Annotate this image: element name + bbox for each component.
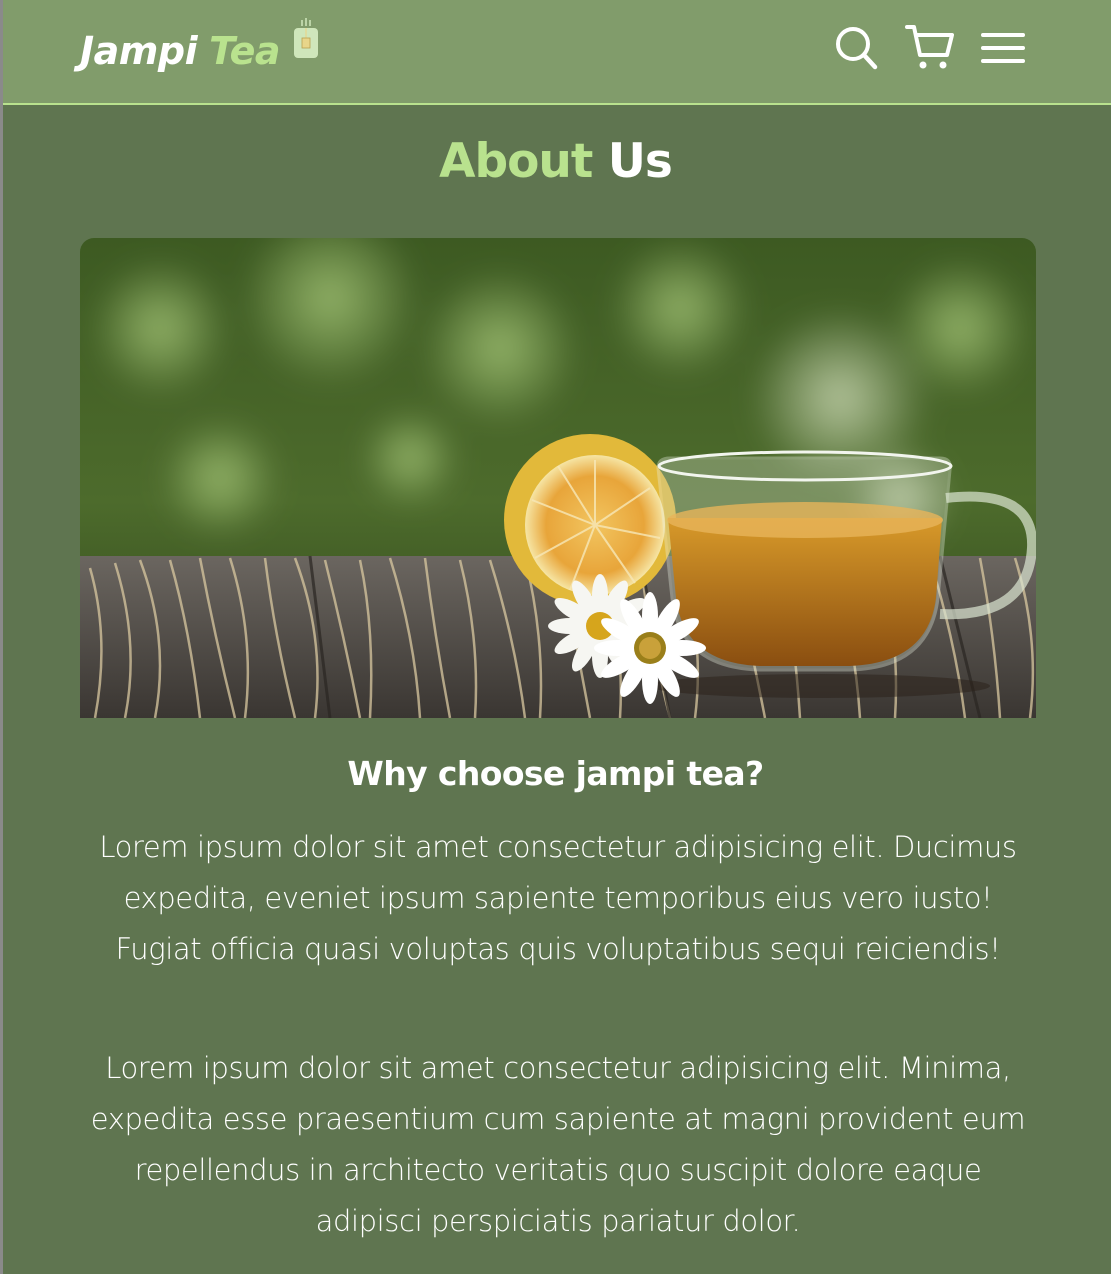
tea-cup-icon: [292, 18, 320, 72]
cart-icon[interactable]: [905, 22, 955, 72]
title-rest: Us: [607, 134, 673, 189]
logo-word-jampi: Jampi: [80, 29, 198, 73]
window-edge: [0, 0, 3, 1274]
about-paragraph-2: Lorem ipsum dolor sit amet consectetur a…: [90, 1051, 1026, 1238]
header-actions: [833, 22, 1025, 72]
lemon-illustration: [504, 434, 676, 606]
hamburger-menu-icon[interactable]: [981, 23, 1025, 71]
page-title: About Us: [0, 132, 1111, 192]
title-highlight: About: [439, 134, 593, 189]
site-logo[interactable]: Jampi Tea: [80, 18, 320, 76]
about-paragraph-1: Lorem ipsum dolor sit amet consectetur a…: [99, 830, 1017, 966]
site-header: Jampi Tea: [0, 0, 1111, 105]
hero-image: [80, 238, 1036, 718]
logo-word-tea: Tea: [209, 29, 281, 73]
section-subtitle: Why choose jampi tea?: [347, 754, 764, 793]
search-icon[interactable]: [833, 23, 879, 71]
